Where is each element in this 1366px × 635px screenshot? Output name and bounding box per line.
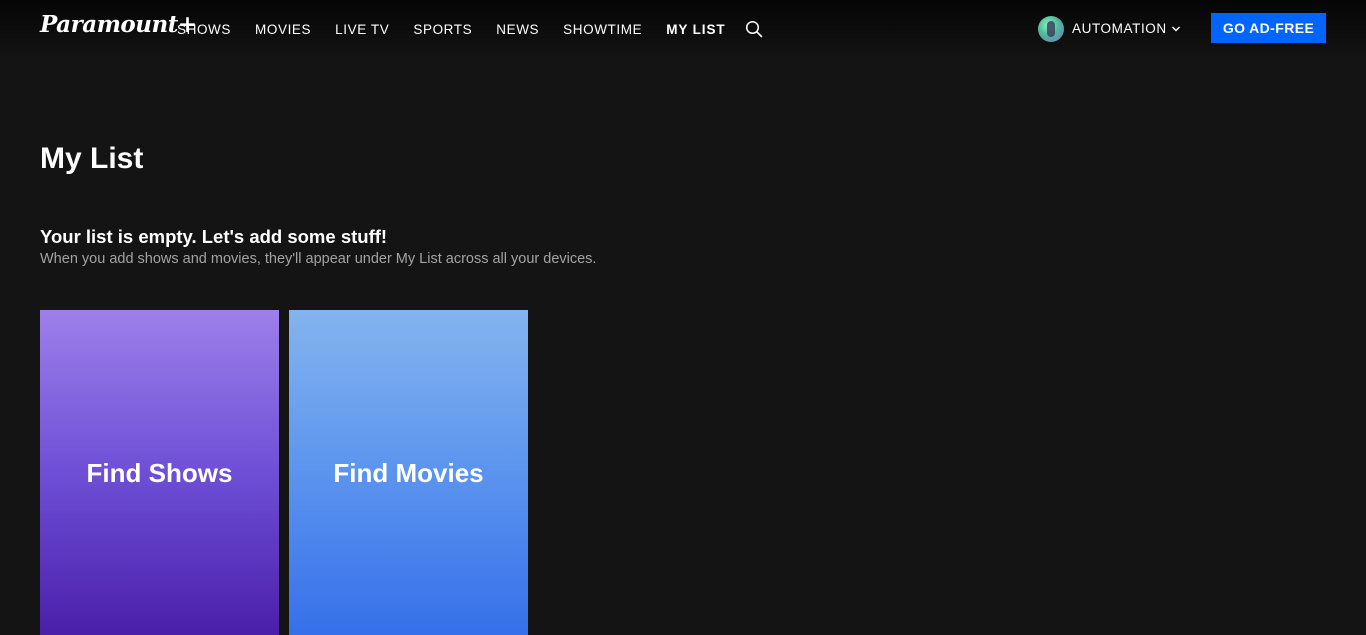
profile-name: AUTOMATION bbox=[1072, 20, 1167, 36]
top-nav-bar: Paramount+ SHOWS MOVIES LIVE TV SPORTS N… bbox=[0, 0, 1366, 60]
nav-item-shows[interactable]: SHOWS bbox=[177, 21, 231, 39]
nav-item-my-list[interactable]: MY LIST bbox=[666, 21, 725, 39]
empty-list-subtext: When you add shows and movies, they'll a… bbox=[40, 251, 597, 267]
nav-item-live-tv[interactable]: LIVE TV bbox=[335, 21, 389, 39]
page-title: My List bbox=[40, 142, 144, 175]
find-movies-card[interactable]: Find Movies bbox=[289, 310, 528, 635]
nav-item-movies[interactable]: MOVIES bbox=[255, 21, 311, 39]
nav-item-news[interactable]: NEWS bbox=[496, 21, 539, 39]
find-shows-card[interactable]: Find Shows bbox=[40, 310, 279, 635]
avatar[interactable] bbox=[1038, 15, 1064, 42]
chevron-down-icon[interactable] bbox=[1171, 24, 1181, 34]
empty-list-heading: Your list is empty. Let's add some stuff… bbox=[40, 226, 388, 247]
profile-menu[interactable]: AUTOMATION bbox=[1038, 15, 1181, 42]
nav-item-sports[interactable]: SPORTS bbox=[413, 21, 472, 39]
nav-item-showtime[interactable]: SHOWTIME bbox=[563, 21, 642, 39]
find-shows-label: Find Shows bbox=[86, 457, 233, 488]
paramount-plus-logo[interactable]: Paramount+ bbox=[40, 10, 197, 40]
search-icon[interactable] bbox=[745, 20, 763, 38]
main-nav: SHOWS MOVIES LIVE TV SPORTS NEWS SHOWTIM… bbox=[177, 21, 750, 39]
find-movies-label: Find Movies bbox=[333, 457, 484, 488]
go-ad-free-button[interactable]: GO AD-FREE bbox=[1211, 13, 1326, 43]
